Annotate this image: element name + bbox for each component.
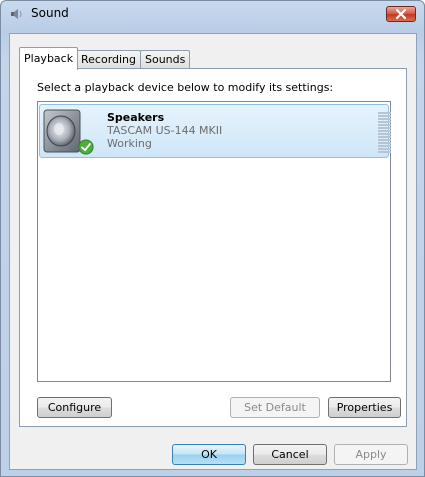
level-bar — [378, 127, 391, 129]
device-model: TASCAM US-144 MKII — [107, 124, 223, 137]
level-bar — [378, 118, 391, 120]
close-icon — [395, 8, 407, 20]
dialog-client-area: Playback Recording Sounds Select a playb… — [9, 33, 417, 470]
configure-button[interactable]: Configure — [37, 397, 112, 418]
level-bar — [378, 136, 391, 138]
playback-panel: Select a playback device below to modify… — [19, 68, 407, 427]
level-bar — [378, 139, 391, 141]
level-bar — [378, 151, 391, 153]
ok-button[interactable]: OK — [172, 444, 246, 465]
tab-label: Sounds — [145, 53, 186, 66]
level-bar — [378, 145, 391, 147]
tab-playback[interactable]: Playback — [19, 47, 79, 70]
tab-sounds[interactable]: Sounds — [140, 50, 191, 68]
level-bar — [378, 130, 391, 132]
level-bar — [378, 148, 391, 150]
level-meter — [378, 112, 391, 153]
speaker-small-icon — [11, 9, 22, 19]
title-bar[interactable]: Sound — [1, 1, 424, 27]
level-bar — [378, 115, 391, 117]
sound-dialog: Sound Playback Recording Sounds Select a… — [0, 0, 425, 477]
tab-recording[interactable]: Recording — [76, 50, 142, 68]
level-bar — [378, 121, 391, 123]
device-status: Working — [107, 137, 152, 150]
level-bar — [378, 112, 391, 114]
level-bar — [378, 124, 391, 126]
instruction-text: Select a playback device below to modify… — [37, 81, 334, 94]
device-item-speakers[interactable]: Speakers TASCAM US-144 MKII Working — [39, 104, 391, 158]
device-list[interactable]: Speakers TASCAM US-144 MKII Working — [37, 101, 391, 382]
device-name: Speakers — [107, 111, 165, 124]
close-button[interactable] — [386, 6, 416, 22]
cancel-button[interactable]: Cancel — [253, 444, 327, 465]
tab-label: Playback — [24, 52, 74, 65]
level-bar — [378, 142, 391, 144]
apply-button[interactable]: Apply — [334, 444, 408, 465]
tab-label: Recording — [81, 53, 137, 66]
checkmark-icon — [78, 139, 94, 155]
properties-button[interactable]: Properties — [328, 397, 401, 418]
set-default-button[interactable]: Set Default — [230, 397, 320, 418]
level-bar — [378, 133, 391, 135]
window-title: Sound — [31, 6, 69, 20]
